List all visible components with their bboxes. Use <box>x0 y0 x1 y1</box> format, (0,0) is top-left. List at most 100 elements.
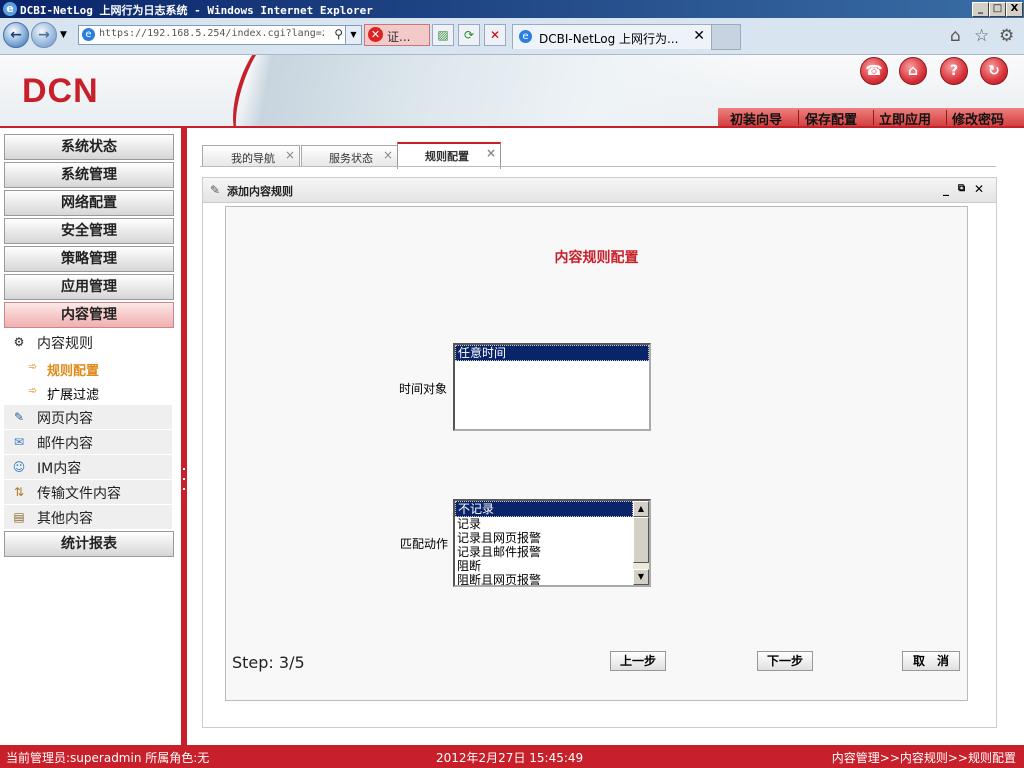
maximize-button[interactable]: □ <box>989 2 1006 17</box>
window-title: DCBI-NetLog 上网行为日志系统 - Windows Internet … <box>20 4 373 17</box>
search-icon[interactable]: ⚲ <box>334 27 343 41</box>
browser-toolbar: ← → ▼ e https://192.168.5.254/index.cgi?… <box>0 18 1024 55</box>
content-tabs: 我的导航 × 服务状态 × 规则配置 × <box>200 142 996 169</box>
compatibility-icon[interactable]: ▨ <box>432 24 454 46</box>
sidebar-splitter[interactable] <box>181 128 187 745</box>
tab-my-navigation[interactable]: 我的导航 × <box>202 145 300 167</box>
rule-config-label: 规则配置 <box>47 364 100 379</box>
listbox-scrollbar[interactable]: ▲ ▼ <box>633 501 649 585</box>
sidebar-subitem-extended-filter[interactable]: ➾ 扩展过滤 <box>4 380 172 404</box>
home-page-icon[interactable]: ⌂ <box>899 57 927 85</box>
address-bar[interactable]: e https://192.168.5.254/index.cgi?lang=z… <box>78 25 362 45</box>
status-bar: 当前管理员:superadmin 所属角色:无 2012年2月27日 15:45… <box>0 745 1024 768</box>
dcn-logo: DCN <box>22 72 99 110</box>
certificate-error-button[interactable]: ✕ 证... <box>364 24 430 46</box>
sidebar-group-mail-content[interactable]: ✉ 邮件内容 <box>4 430 172 454</box>
panel-title: 添加内容规则 <box>227 185 293 198</box>
browser-tab-title: DCBI-NetLog 上网行为... <box>539 32 679 46</box>
settings-icon[interactable]: ⚙ <box>999 26 1014 46</box>
tab-label: 我的导航 <box>231 152 275 165</box>
sidebar-item-network-config[interactable]: 网络配置 <box>4 190 174 216</box>
sidebar-group-other-content[interactable]: ▤ 其他内容 <box>4 505 172 529</box>
tab-page-icon: e <box>519 30 532 43</box>
sidebar-item-system-status[interactable]: 系统状态 <box>4 134 174 160</box>
sidebar-item-reports[interactable]: 统计报表 <box>4 531 174 557</box>
help-icon[interactable]: ? <box>940 57 968 85</box>
sidebar-group-content-rules[interactable]: ⚙ 内容规则 <box>4 330 172 354</box>
content-rules-label: 内容规则 <box>37 336 93 352</box>
current-admin: 当前管理员:superadmin 所属角色:无 <box>6 751 210 765</box>
status-datetime: 2012年2月27日 15:45:49 <box>436 751 584 765</box>
scroll-thumb[interactable] <box>633 517 649 563</box>
stop-icon[interactable]: ✕ <box>484 24 506 46</box>
action-option[interactable]: 阻断 <box>455 559 649 573</box>
ie-logo-icon: e <box>3 2 17 16</box>
pencil-icon: ✎ <box>210 183 221 197</box>
panel-restore-icon[interactable]: ⧉ <box>958 183 965 194</box>
match-action-listbox[interactable]: 不记录 记录 记录且网页报警 记录且邮件报警 阻断 阻断且网页报警 ▲ ▼ <box>453 499 651 587</box>
favorites-icon[interactable]: ☆ <box>974 26 989 46</box>
time-object-listbox[interactable]: 任意时间 <box>453 343 651 431</box>
browser-tab[interactable]: e DCBI-NetLog 上网行为... ✕ <box>512 24 712 49</box>
gear-icon: ⚙ <box>13 335 25 349</box>
address-text[interactable]: https://192.168.5.254/index.cgi?lang=z <box>99 28 324 39</box>
tab-baseline <box>200 166 996 167</box>
new-tab-button[interactable] <box>711 24 741 50</box>
sidebar-item-system-management[interactable]: 系统管理 <box>4 162 174 188</box>
minimize-button[interactable]: _ <box>972 2 989 17</box>
status-breadcrumb: 内容管理>>内容规则>>规则配置 <box>831 751 1016 765</box>
sidebar-item-security[interactable]: 安全管理 <box>4 218 174 244</box>
scroll-up-icon[interactable]: ▲ <box>633 501 649 517</box>
sidebar-group-im-content[interactable]: ☺ IM内容 <box>4 455 172 479</box>
step-indicator: Step: 3/5 <box>232 653 305 672</box>
close-tab-icon[interactable]: × <box>285 148 295 162</box>
certificate-label: 证... <box>387 30 411 44</box>
sidebar-item-application[interactable]: 应用管理 <box>4 274 174 300</box>
logout-icon[interactable]: ↻ <box>980 57 1008 85</box>
action-option[interactable]: 不记录 <box>455 501 633 517</box>
next-step-button[interactable]: 下一步 <box>757 651 813 671</box>
arrow-icon: ➾ <box>28 360 38 373</box>
tab-service-status[interactable]: 服务状态 × <box>301 145 398 167</box>
other-content-label: 其他内容 <box>37 511 93 527</box>
scroll-down-icon[interactable]: ▼ <box>633 569 649 585</box>
rule-form: 内容规则配置 时间对象 任意时间 匹配动作 不记录 记录 记录且网页报警 记录且… <box>225 206 968 701</box>
form-title: 内容规则配置 <box>554 250 639 266</box>
file-content-label: 传输文件内容 <box>37 486 121 502</box>
address-dropdown-icon[interactable]: ▼ <box>345 26 361 44</box>
header-decoration <box>230 55 750 127</box>
im-icon: ☺ <box>12 460 26 474</box>
tab-rule-config[interactable]: 规则配置 × <box>397 142 501 169</box>
forward-icon[interactable]: → <box>31 22 57 48</box>
action-option[interactable]: 阻断且网页报警 <box>455 573 649 585</box>
refresh-icon[interactable]: ⟳ <box>458 24 480 46</box>
match-action-label: 匹配动作 <box>400 537 449 551</box>
close-tab-icon[interactable]: × <box>383 148 393 162</box>
web-icon: ✎ <box>13 410 25 424</box>
home-icon[interactable]: ⌂ <box>950 26 961 46</box>
sidebar-group-web-content[interactable]: ✎ 网页内容 <box>4 405 172 429</box>
time-object-label: 时间对象 <box>399 382 448 396</box>
sidebar-subitem-rule-config[interactable]: ➾ 规则配置 <box>4 356 172 380</box>
file-transfer-icon: ⇅ <box>13 485 25 499</box>
window-titlebar: e DCBI-NetLog 上网行为日志系统 - Windows Interne… <box>0 0 1024 18</box>
arrow-icon: ➾ <box>28 384 38 397</box>
sidebar-item-policy[interactable]: 策略管理 <box>4 246 174 272</box>
panel-minimize-icon[interactable]: _ <box>943 182 949 196</box>
sidebar-item-content-management[interactable]: 内容管理 <box>4 302 174 328</box>
close-tab-icon[interactable]: ✕ <box>693 28 705 44</box>
action-option[interactable]: 记录 <box>455 517 649 531</box>
time-option-any[interactable]: 任意时间 <box>455 345 649 361</box>
prev-step-button[interactable]: 上一步 <box>610 651 666 671</box>
close-window-button[interactable]: X <box>1006 2 1023 17</box>
phone-icon[interactable]: ☎ <box>860 57 888 85</box>
panel-close-icon[interactable]: ✕ <box>974 182 984 196</box>
action-option[interactable]: 记录且网页报警 <box>455 531 649 545</box>
sidebar-group-file-content[interactable]: ⇅ 传输文件内容 <box>4 480 172 504</box>
cancel-button[interactable]: 取 消 <box>902 651 960 671</box>
history-dropdown-icon[interactable]: ▼ <box>60 30 67 40</box>
action-option[interactable]: 记录且邮件报警 <box>455 545 649 559</box>
close-tab-icon[interactable]: × <box>486 146 496 160</box>
web-content-label: 网页内容 <box>37 411 93 427</box>
back-icon[interactable]: ← <box>3 22 29 48</box>
